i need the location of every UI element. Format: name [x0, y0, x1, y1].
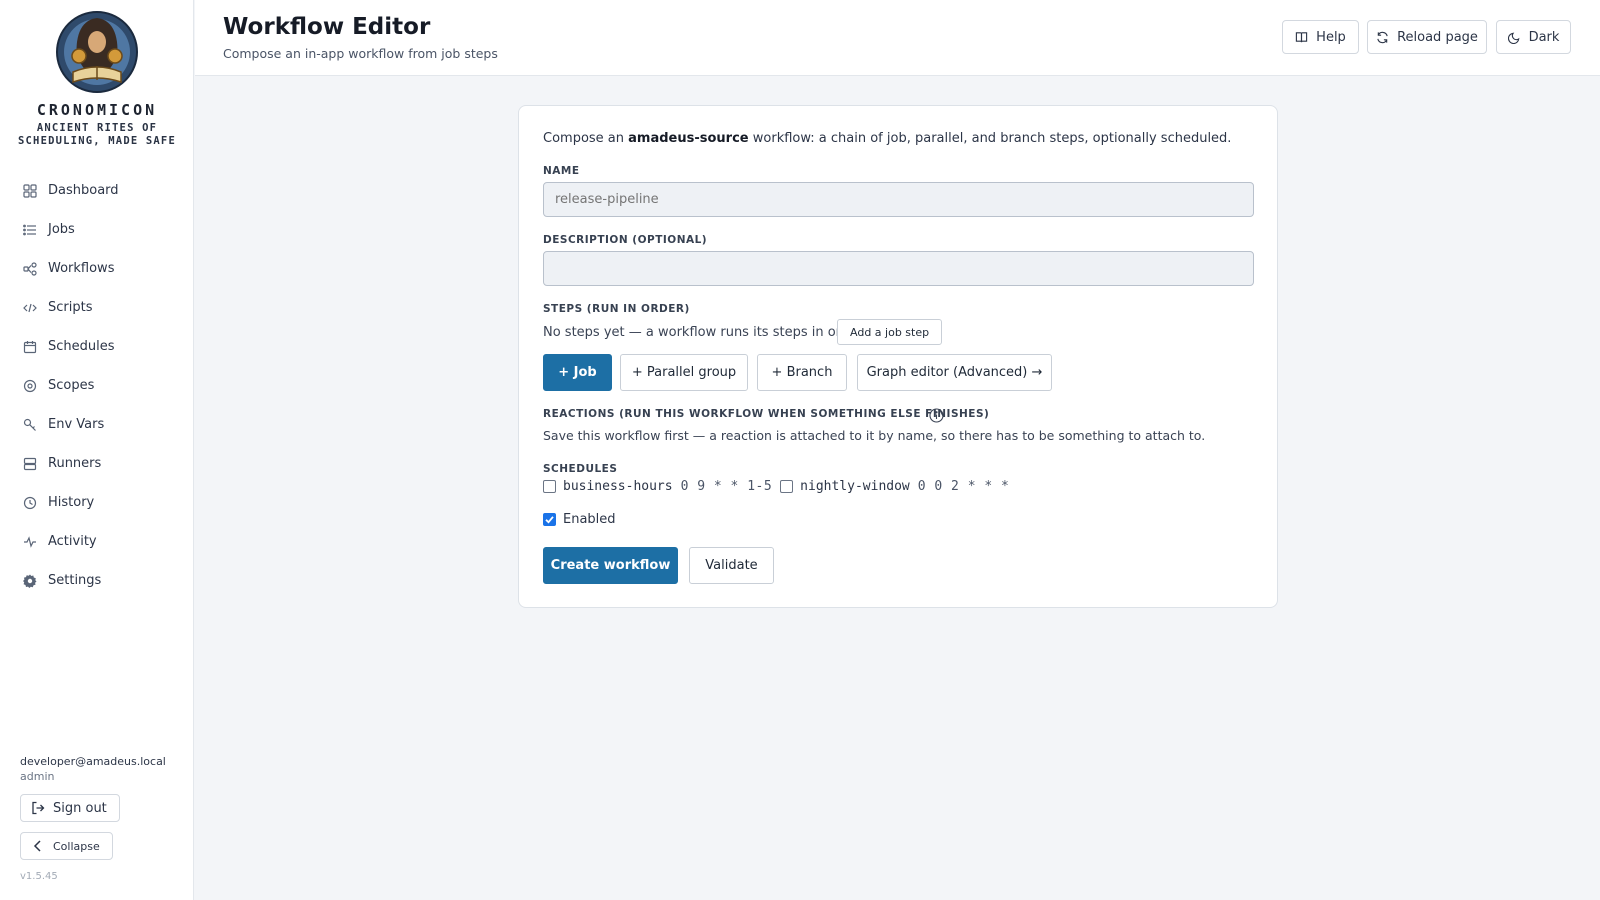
book-icon: [1296, 31, 1308, 42]
help-button[interactable]: Help: [1282, 20, 1359, 54]
target-icon: [23, 379, 37, 393]
brand: CRONOMICON ANCIENT RITES OF SCHEDULING, …: [0, 101, 194, 148]
intro-prefix: Compose an: [543, 131, 629, 146]
sidebar-item-activity[interactable]: Activity: [0, 522, 194, 561]
pulse-icon: [23, 535, 37, 549]
refresh-icon: [1377, 31, 1388, 43]
sidebar-item-label: Activity: [48, 534, 97, 549]
help-label: Help: [1316, 29, 1346, 45]
checkmark-icon: [545, 516, 554, 524]
sign-out-button[interactable]: Sign out: [20, 794, 120, 822]
user-info: developer@amadeus.local admin: [20, 755, 166, 783]
sidebar-item-settings[interactable]: Settings: [0, 561, 194, 600]
add-parallel-group-button[interactable]: + Parallel group: [620, 354, 748, 391]
name-input[interactable]: [543, 182, 1254, 217]
page-title: Workflow Editor: [223, 14, 431, 40]
enabled-row: Enabled: [543, 512, 616, 527]
user-email: developer@amadeus.local: [20, 755, 166, 768]
validate-button[interactable]: Validate: [689, 547, 774, 584]
sidebar-item-dashboard[interactable]: Dashboard: [0, 171, 194, 210]
calendar-icon: [23, 340, 37, 354]
sidebar-item-history[interactable]: History: [0, 483, 194, 522]
workflow-form-card: Compose an amadeus-source workflow: a ch…: [518, 105, 1278, 608]
user-role: admin: [20, 770, 55, 783]
page-header: Workflow Editor Compose an in-app workfl…: [195, 0, 1600, 76]
steps-empty-text: No steps yet — a workflow runs its steps…: [543, 325, 866, 340]
add-branch-button[interactable]: + Branch: [757, 354, 847, 391]
theme-label: Dark: [1528, 29, 1560, 45]
sidebar-item-label: Runners: [48, 456, 102, 471]
sidebar-item-label: Schedules: [48, 339, 115, 354]
enabled-checkbox[interactable]: [543, 513, 556, 526]
sign-out-icon: [32, 801, 45, 815]
sidebar-item-schedules[interactable]: Schedules: [0, 327, 194, 366]
schedules-label: SCHEDULES: [543, 463, 618, 475]
info-icon[interactable]: [929, 408, 944, 423]
intro-suffix: workflow: a chain of job, parallel, and …: [748, 131, 1232, 146]
description-input[interactable]: [543, 251, 1254, 286]
sidebar-item-jobs[interactable]: Jobs: [0, 210, 194, 249]
sidebar-item-label: Jobs: [48, 222, 75, 237]
schedule-cron: 0 9 * * 1-5: [680, 479, 773, 494]
reload-label: Reload page: [1397, 29, 1478, 45]
reload-page-button[interactable]: Reload page: [1367, 20, 1487, 54]
schedule-checkbox-nightly-window[interactable]: [780, 480, 794, 493]
sidebar-item-label: History: [48, 495, 95, 510]
app-version: v1.5.45: [20, 871, 58, 882]
app-name: CRONOMICON: [36, 101, 158, 119]
add-job-button[interactable]: + Job: [543, 354, 612, 391]
enabled-label: Enabled: [563, 512, 616, 527]
page-subtitle: Compose an in-app workflow from job step…: [223, 46, 498, 61]
create-workflow-button[interactable]: Create workflow: [543, 547, 678, 584]
schedule-name: business-hours: [563, 479, 673, 494]
sidebar-item-workflows[interactable]: Workflows: [0, 249, 194, 288]
chevron-left-icon: [33, 840, 41, 852]
sidebar-item-label: Settings: [48, 573, 102, 588]
graph-editor-button[interactable]: Graph editor (Advanced) →: [857, 354, 1052, 391]
form-intro: Compose an amadeus-source workflow: a ch…: [543, 131, 1231, 146]
add-job-step-button[interactable]: Add a job step: [837, 319, 943, 345]
schedules-list: business-hours 0 9 * * 1-5 nightly-windo…: [543, 479, 1017, 494]
cronomicon-logo: [56, 11, 138, 93]
sign-out-label: Sign out: [53, 800, 107, 816]
sidebar-item-scripts[interactable]: Scripts: [0, 288, 194, 327]
collapse-label: Collapse: [53, 839, 100, 853]
schedule-checkbox-business-hours[interactable]: [543, 480, 556, 493]
intro-scope: amadeus-source: [628, 131, 749, 146]
reactions-label: REACTIONS (RUN THIS WORKFLOW WHEN SOMETH…: [543, 408, 990, 420]
list-icon: [23, 223, 37, 237]
grid-icon: [23, 183, 37, 198]
sidebar-item-label: Workflows: [48, 261, 115, 276]
collapse-button[interactable]: Collapse: [20, 832, 113, 860]
name-label: NAME: [543, 165, 580, 177]
app-tagline: ANCIENT RITES OF SCHEDULING, MADE SAFE: [18, 122, 176, 147]
steps-label: STEPS (RUN IN ORDER): [543, 303, 690, 315]
dark-mode-toggle[interactable]: Dark: [1496, 20, 1571, 54]
code-icon: [23, 301, 37, 315]
sidebar-item-scopes[interactable]: Scopes: [0, 366, 194, 405]
sidebar-item-runners[interactable]: Runners: [0, 444, 194, 483]
gear-icon: [23, 574, 37, 588]
workflow-icon: [23, 261, 37, 276]
server-icon: [23, 457, 37, 471]
sidebar-item-env-vars[interactable]: Env Vars: [0, 405, 194, 444]
sidebar-item-label: Scopes: [48, 378, 95, 393]
description-label: DESCRIPTION (OPTIONAL): [543, 234, 708, 246]
reactions-note: Save this workflow first — a reaction is…: [543, 428, 1206, 443]
sidebar-item-label: Scripts: [48, 300, 93, 315]
key-icon: [23, 418, 37, 432]
schedule-cron: 0 0 2 * * *: [917, 479, 1010, 494]
schedule-name: nightly-window: [800, 479, 910, 494]
sidebar-item-label: Env Vars: [48, 417, 105, 432]
sidebar-item-label: Dashboard: [48, 183, 119, 198]
sidebar-nav: Dashboard Jobs Workflows Scripts Schedul…: [0, 171, 194, 600]
moon-icon: [1507, 32, 1519, 44]
sidebar: CRONOMICON ANCIENT RITES OF SCHEDULING, …: [0, 0, 194, 900]
clock-icon: [23, 496, 37, 510]
